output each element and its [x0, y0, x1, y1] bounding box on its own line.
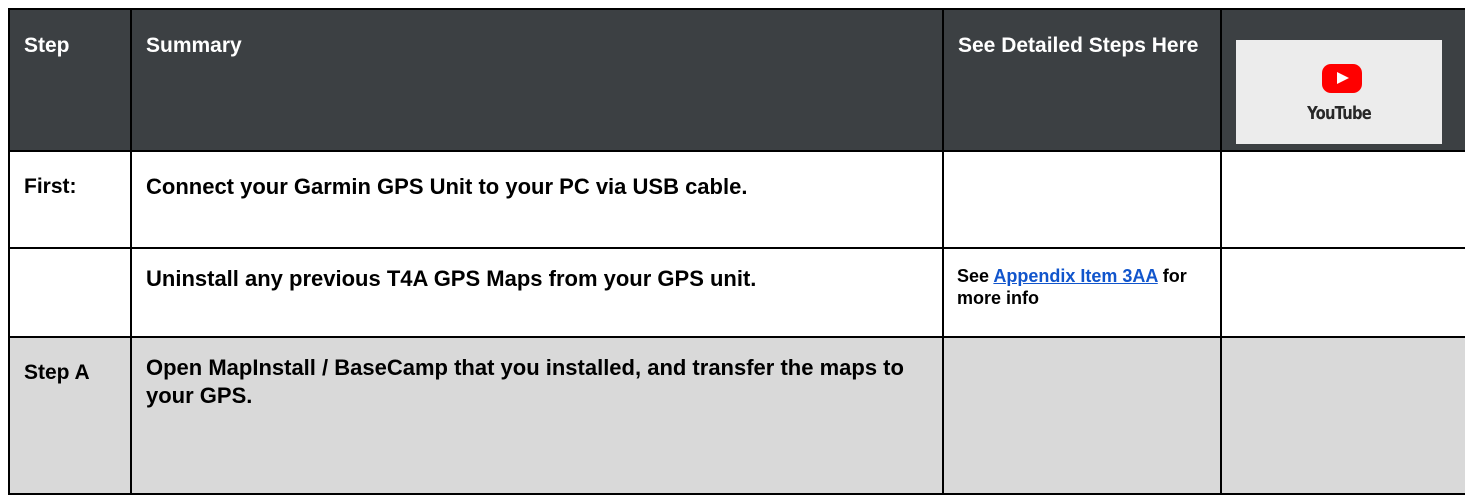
youtube-header: YouTube: [1220, 8, 1465, 152]
details-header: See Detailed Steps Here: [942, 8, 1222, 152]
details-cell: [942, 336, 1222, 495]
step-cell: Step A: [8, 336, 132, 495]
summary-cell: Uninstall any previous T4A GPS Maps from…: [130, 247, 944, 338]
video-cell: [1220, 150, 1465, 249]
youtube-logo[interactable]: YouTube: [1236, 40, 1442, 144]
details-cell: [942, 150, 1222, 249]
appendix-link[interactable]: Appendix Item 3AA: [993, 266, 1157, 286]
details-prefix: See: [957, 266, 994, 286]
summary-cell: Connect your Garmin GPS Unit to your PC …: [130, 150, 944, 249]
steps-table: Step Summary See Detailed Steps Here You…: [8, 8, 1465, 495]
details-cell: See Appendix Item 3AA for more info: [942, 247, 1222, 338]
table-row: First: Connect your Garmin GPS Unit to y…: [8, 150, 1465, 249]
video-cell: [1220, 336, 1465, 495]
table-row: Uninstall any previous T4A GPS Maps from…: [8, 247, 1465, 338]
step-header: Step: [8, 8, 132, 152]
youtube-play-icon: [1322, 64, 1362, 93]
step-cell: [8, 247, 132, 338]
header-row: Step Summary See Detailed Steps Here You…: [8, 8, 1465, 152]
step-cell: First:: [8, 150, 132, 249]
table-row: Step A Open MapInstall / BaseCamp that y…: [8, 336, 1465, 495]
summary-header: Summary: [130, 8, 944, 152]
youtube-logo-text: YouTube: [1307, 103, 1372, 124]
summary-cell: Open MapInstall / BaseCamp that you inst…: [130, 336, 944, 495]
video-cell: [1220, 247, 1465, 338]
